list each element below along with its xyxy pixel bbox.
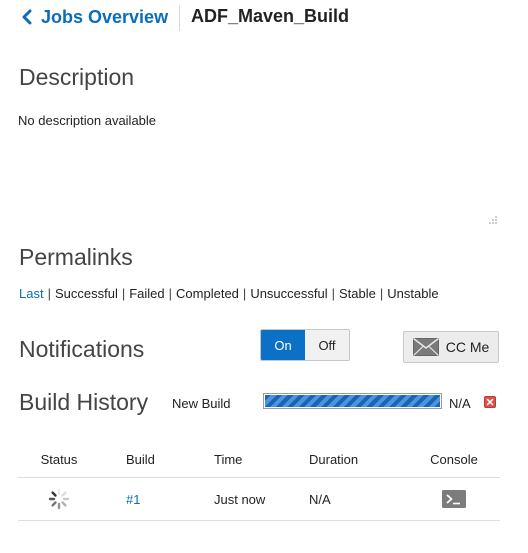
resize-grip-icon[interactable]: [488, 215, 498, 225]
progress-fill: [265, 395, 440, 407]
permalinks-heading: Permalinks: [19, 244, 133, 270]
separator: |: [242, 286, 247, 301]
progress-text: N/A: [449, 396, 471, 411]
column-header-build: Build: [126, 451, 155, 467]
notifications-on-option[interactable]: On: [261, 330, 305, 360]
back-link-label: Jobs Overview: [41, 6, 169, 27]
description-text: No description available: [18, 113, 157, 128]
notifications-heading: Notifications: [19, 336, 145, 362]
header-divider: [179, 5, 180, 31]
permalink-last[interactable]: Last: [19, 286, 44, 301]
envelope-icon: [412, 338, 439, 356]
build-number-cell: #1: [126, 478, 140, 520]
permalink-completed[interactable]: Completed: [176, 286, 239, 301]
column-header-duration: Duration: [309, 451, 359, 467]
permalink-unsuccessful[interactable]: Unsuccessful: [250, 286, 327, 301]
notifications-toggle: On Off: [260, 329, 350, 361]
terminal-icon[interactable]: [442, 490, 466, 508]
column-header-console: Console: [430, 451, 478, 467]
console-cell: [422, 478, 486, 520]
notifications-off-option[interactable]: Off: [305, 330, 349, 360]
column-header-status: Status: [40, 451, 78, 467]
job-title: ADF_Maven_Build: [191, 6, 350, 26]
build-number-link[interactable]: #1: [126, 492, 140, 507]
separator: |: [331, 286, 336, 301]
back-to-jobs-overview-link[interactable]: Jobs Overview: [20, 6, 168, 28]
permalink-stable[interactable]: Stable: [339, 286, 376, 301]
new-build-label: New Build: [172, 396, 231, 411]
build-history-table: Status Build Time Duration Console #1 Ju…: [18, 441, 500, 521]
new-build-progress-bar: [263, 393, 442, 409]
cc-me-button[interactable]: CC Me: [403, 331, 499, 363]
permalink-failed[interactable]: Failed: [129, 286, 164, 301]
chevron-left-icon: [22, 9, 32, 25]
column-header-time: Time: [214, 451, 243, 467]
permalinks-list: Last | Successful | Failed | Completed | Unsucce…: [19, 286, 439, 301]
duration-cell: N/A: [309, 491, 331, 507]
separator: |: [379, 286, 384, 301]
description-heading: Description: [19, 64, 135, 90]
permalink-successful[interactable]: Successful: [55, 286, 118, 301]
table-row: #1 Just now N/A: [18, 478, 500, 521]
permalink-unstable[interactable]: Unstable: [387, 286, 438, 301]
separator: |: [168, 286, 173, 301]
separator: |: [47, 286, 51, 301]
status-cell: [18, 478, 100, 520]
spinner-icon: [48, 488, 70, 510]
separator: |: [121, 286, 126, 301]
cancel-build-icon[interactable]: [484, 396, 496, 408]
time-cell: Just now: [214, 491, 266, 507]
build-history-heading: Build History: [19, 389, 149, 415]
table-header-row: Status Build Time Duration Console: [18, 441, 500, 478]
cc-me-label: CC Me: [445, 339, 490, 355]
